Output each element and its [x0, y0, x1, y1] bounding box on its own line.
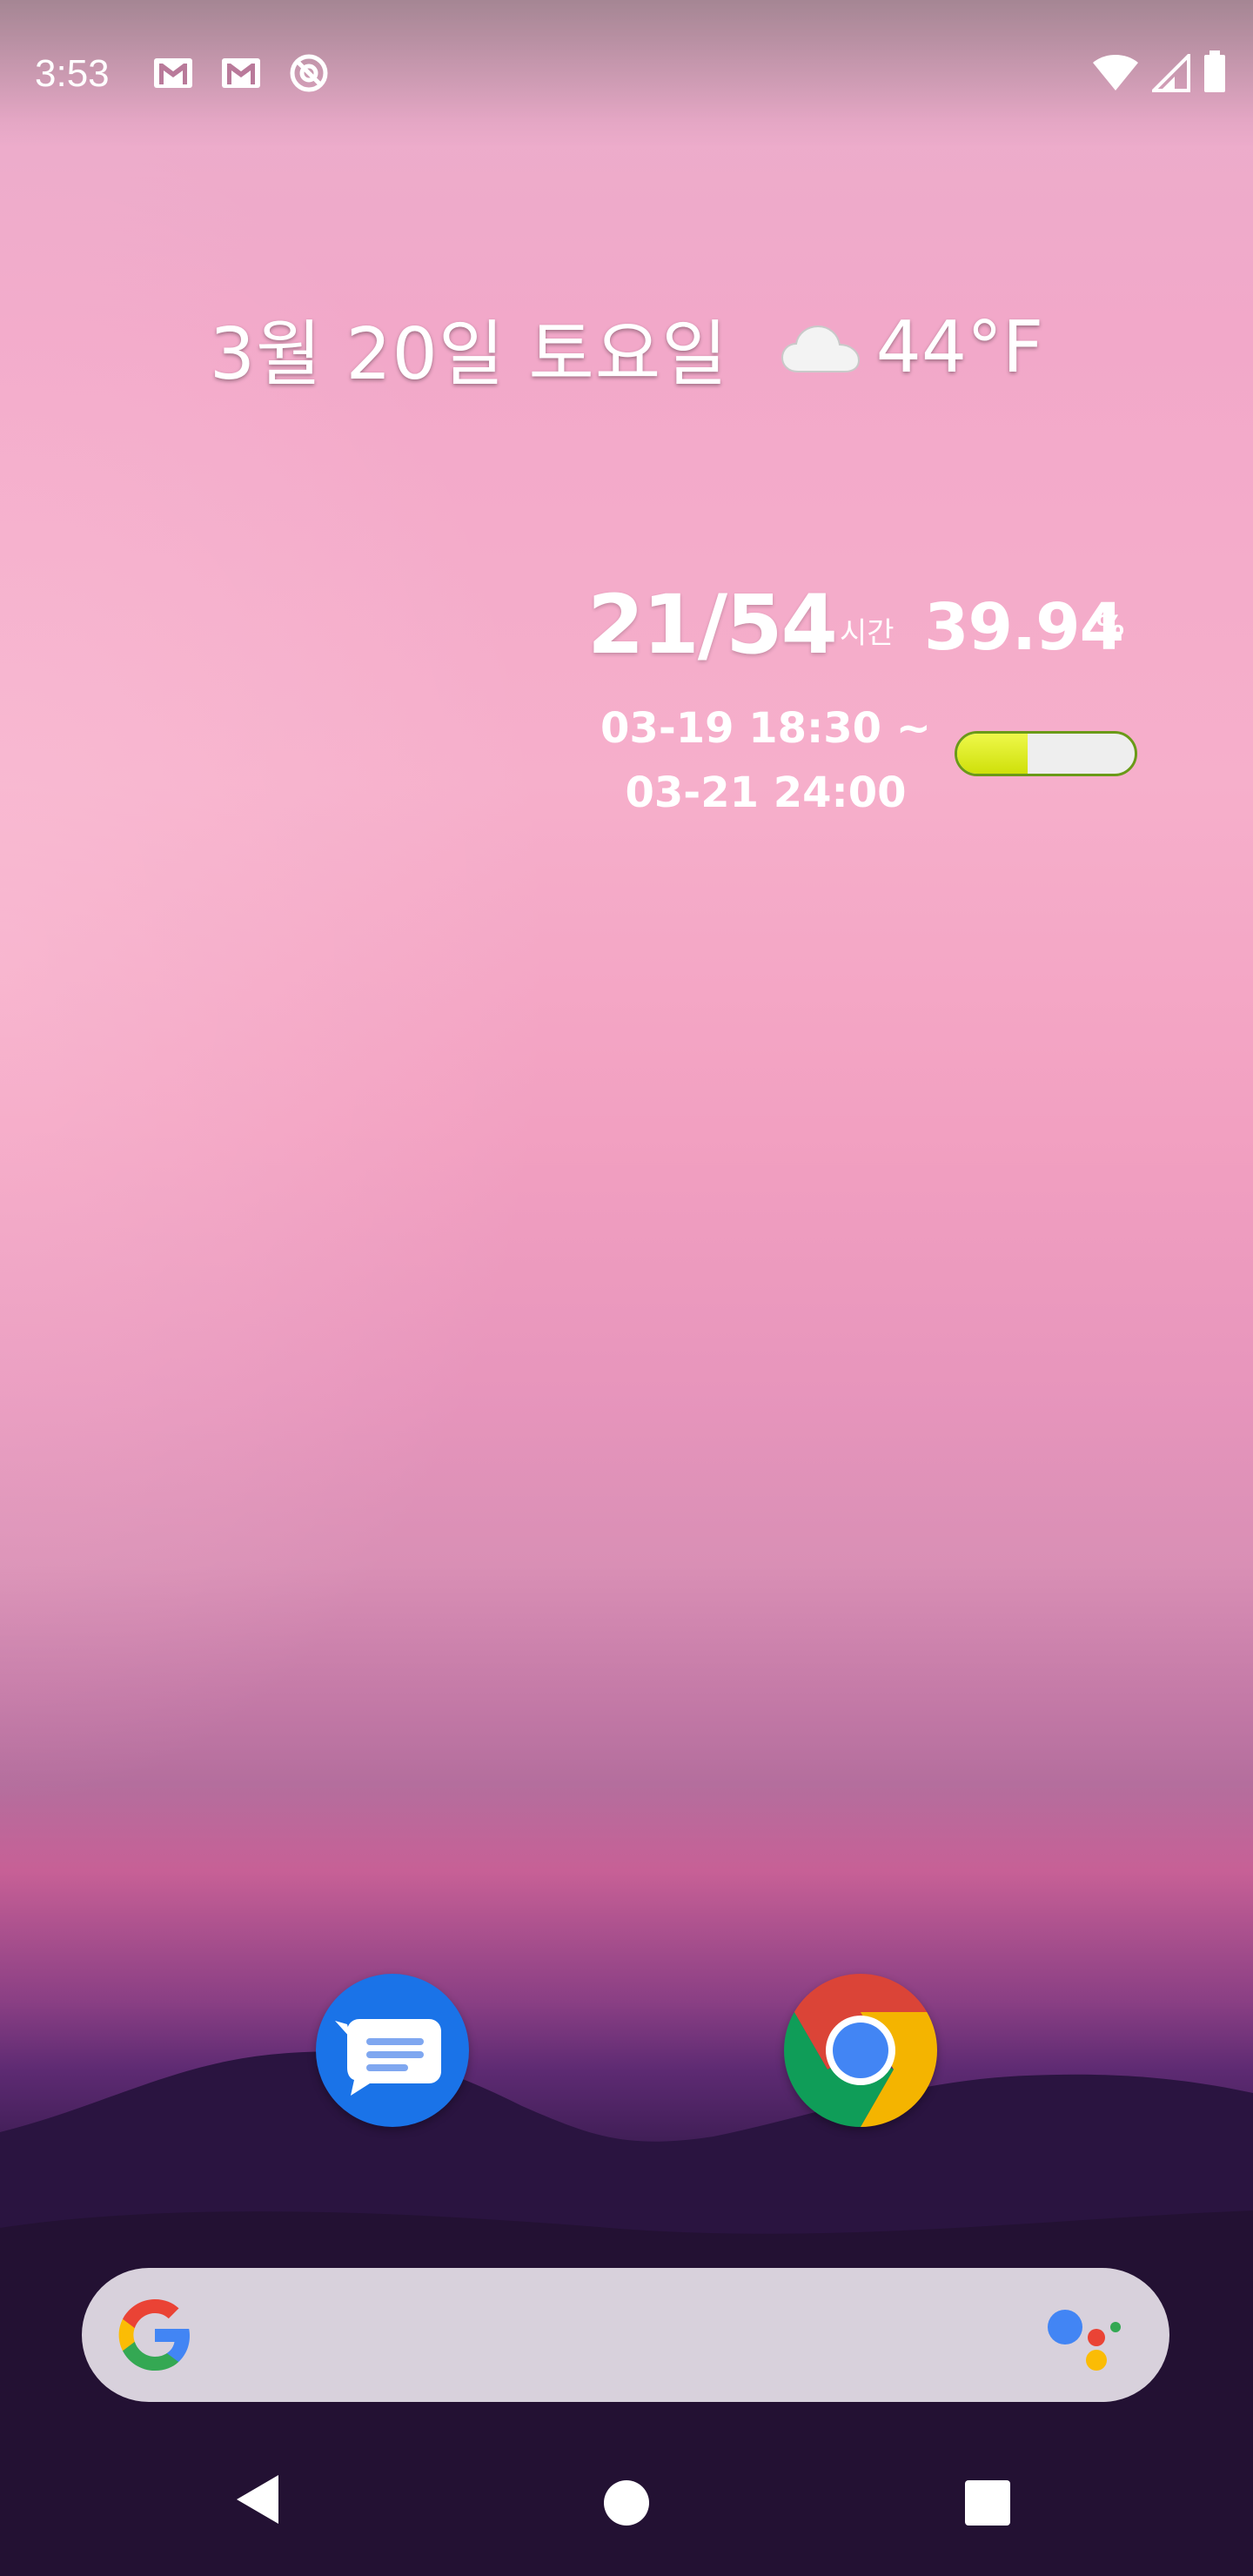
google-search-bar[interactable]: [82, 2268, 1169, 2402]
usage-percent-sign: %: [1096, 609, 1125, 642]
weather[interactable]: 44°F: [781, 306, 1044, 389]
cloud-icon: [781, 325, 860, 372]
cell-signal-icon: [1152, 54, 1190, 92]
google-g-icon[interactable]: [117, 2297, 193, 2373]
chrome-icon: [784, 1974, 937, 2127]
usage-progress-fill: [957, 734, 1029, 774]
usage-hours: 21/54: [587, 578, 838, 673]
data-usage-widget[interactable]: 21/54 시간 39.94 % 03-19 18:30 ~ 03-21 24:…: [583, 566, 1157, 818]
wifi-icon: [1093, 55, 1138, 91]
chrome-app-icon[interactable]: [784, 1974, 937, 2127]
usage-unit: 시간: [840, 616, 895, 651]
google-assistant-icon[interactable]: [1046, 2304, 1124, 2374]
date-weather-widget[interactable]: 3월 20일 토요일 44°F: [0, 296, 1253, 399]
temperature: 44°F: [875, 306, 1044, 389]
recents-icon[interactable]: [965, 2480, 1010, 2526]
gmail-icon: [154, 58, 192, 88]
usage-period-end: 03-21 24:00: [625, 768, 907, 817]
battery-icon: [1204, 50, 1225, 92]
home-icon[interactable]: [604, 2480, 649, 2526]
messages-icon: [335, 2019, 441, 2096]
messages-app-icon[interactable]: [316, 1974, 469, 2127]
do-not-disturb-icon: [290, 54, 328, 92]
usage-period-start: 03-19 18:30 ~: [600, 704, 931, 753]
gmail-icon: [222, 58, 260, 88]
usage-percent: 39.94: [924, 590, 1124, 665]
date-text[interactable]: 3월 20일 토요일: [210, 296, 728, 399]
status-time: 3:53: [35, 52, 110, 95]
usage-period: 03-19 18:30 ~ 03-21 24:00: [583, 696, 948, 825]
back-icon[interactable]: [233, 2472, 282, 2527]
usage-progress-bar: [955, 731, 1137, 776]
status-bar: 3:53: [0, 0, 1253, 148]
